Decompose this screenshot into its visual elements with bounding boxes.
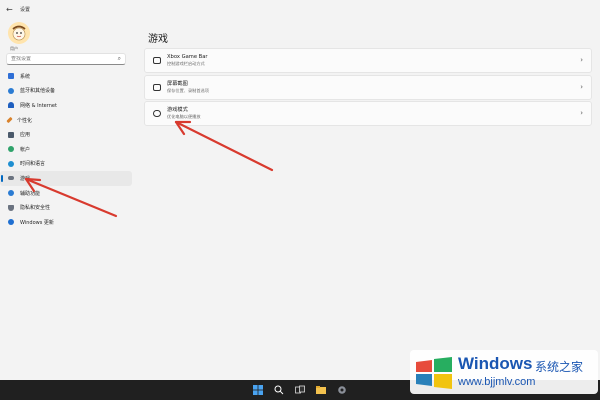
card-subtitle: 控制游戏栏启动方式 bbox=[167, 61, 205, 66]
card-title: 游戏模式 bbox=[167, 107, 188, 113]
search-box[interactable]: ⌕ bbox=[6, 53, 126, 65]
sidebar-item-label: 游戏 bbox=[20, 175, 31, 182]
sidebar-item-label: 系统 bbox=[20, 73, 31, 80]
start-icon[interactable] bbox=[253, 385, 264, 396]
sidebar-item-windows-update[interactable]: Windows 更新 bbox=[0, 215, 132, 230]
sidebar-item-accounts[interactable]: 帐户 bbox=[0, 142, 132, 157]
avatar-image bbox=[8, 22, 30, 44]
sidebar-item-bluetooth[interactable]: 蓝牙和其他设备 bbox=[0, 84, 132, 99]
settings-icon[interactable] bbox=[337, 385, 348, 396]
page-title: 游戏 bbox=[148, 34, 168, 45]
brush-icon bbox=[6, 116, 13, 124]
update-icon bbox=[8, 219, 14, 226]
settings-list: Xbox Game Bar 控制游戏栏启动方式 › 屏幕截图 保存位置、录制首选… bbox=[144, 48, 592, 128]
sidebar-item-label: 帐户 bbox=[20, 146, 31, 153]
card-xbox-game-bar[interactable]: Xbox Game Bar 控制游戏栏启动方式 › bbox=[144, 48, 592, 73]
shield-icon bbox=[8, 204, 14, 211]
search-icon[interactable] bbox=[274, 385, 285, 396]
accessibility-icon bbox=[8, 190, 14, 197]
apps-icon bbox=[8, 131, 14, 138]
sidebar-item-label: 网络 & Internet bbox=[20, 102, 57, 109]
chevron-right-icon: › bbox=[580, 56, 583, 64]
sidebar-item-label: 辅助功能 bbox=[20, 190, 41, 197]
card-subtitle: 优化电脑以便播放 bbox=[167, 114, 201, 119]
card-captures[interactable]: 屏幕截图 保存位置、录制首选项 › bbox=[144, 74, 592, 100]
windows-logo-icon bbox=[416, 357, 452, 389]
back-arrow-icon[interactable]: ← bbox=[6, 5, 18, 14]
card-game-mode[interactable]: 游戏模式 优化电脑以便播放 › bbox=[144, 101, 592, 126]
sidebar: 用户 ⌕ 系统 蓝牙和其他设备 网络 & Internet 个性化 应用 帐户 bbox=[0, 18, 138, 378]
chevron-right-icon: › bbox=[580, 82, 583, 91]
sidebar-nav: 系统 蓝牙和其他设备 网络 & Internet 个性化 应用 帐户 时间和语言 bbox=[0, 69, 138, 230]
xbox-controller-icon bbox=[153, 57, 161, 64]
sidebar-item-label: 时间和语言 bbox=[20, 161, 46, 168]
sidebar-item-network[interactable]: 网络 & Internet bbox=[0, 98, 132, 113]
sidebar-item-label: 个性化 bbox=[17, 117, 33, 124]
gamepad-icon bbox=[8, 176, 14, 181]
watermark: Windows 系统之家 www.bjjmlv.com bbox=[410, 350, 598, 394]
sidebar-item-accessibility[interactable]: 辅助功能 bbox=[0, 186, 132, 201]
watermark-cn: 系统之家 bbox=[535, 360, 584, 374]
wifi-icon bbox=[8, 102, 14, 109]
monitor-icon bbox=[8, 73, 14, 80]
arrow-to-game-mode bbox=[174, 120, 274, 172]
chevron-right-icon: › bbox=[580, 109, 583, 117]
taskview-icon[interactable] bbox=[295, 385, 306, 396]
avatar[interactable] bbox=[8, 22, 30, 44]
globe-clock-icon bbox=[8, 160, 14, 167]
person-icon bbox=[8, 146, 14, 153]
sidebar-item-privacy[interactable]: 隐私和安全性 bbox=[0, 200, 132, 215]
search-icon: ⌕ bbox=[117, 55, 121, 62]
bluetooth-icon bbox=[8, 87, 14, 94]
card-subtitle: 保存位置、录制首选项 bbox=[167, 87, 209, 93]
sidebar-item-label: 应用 bbox=[20, 132, 31, 139]
watermark-url: www.bjjmlv.com bbox=[458, 376, 536, 388]
game-mode-icon bbox=[153, 110, 161, 117]
card-title: Xbox Game Bar bbox=[167, 54, 208, 60]
sidebar-item-label: 隐私和安全性 bbox=[20, 205, 51, 212]
sidebar-item-apps[interactable]: 应用 bbox=[0, 127, 132, 142]
sidebar-item-label: Windows 更新 bbox=[20, 219, 54, 226]
card-title: 屏幕截图 bbox=[167, 80, 188, 87]
sidebar-item-system[interactable]: 系统 bbox=[0, 69, 132, 84]
capture-icon bbox=[153, 83, 161, 91]
sidebar-item-gaming[interactable]: 游戏 bbox=[0, 171, 132, 186]
sidebar-item-time-language[interactable]: 时间和语言 bbox=[0, 157, 132, 172]
sidebar-item-personalization[interactable]: 个性化 bbox=[0, 113, 132, 128]
app-title: 设置 bbox=[20, 6, 31, 13]
account-name: 用户 bbox=[10, 46, 18, 51]
explorer-icon[interactable] bbox=[316, 385, 327, 396]
title-bar: ← 设置 bbox=[0, 0, 600, 18]
watermark-brand: Windows bbox=[458, 354, 533, 373]
sidebar-item-label: 蓝牙和其他设备 bbox=[20, 88, 56, 95]
search-input[interactable] bbox=[11, 56, 118, 62]
